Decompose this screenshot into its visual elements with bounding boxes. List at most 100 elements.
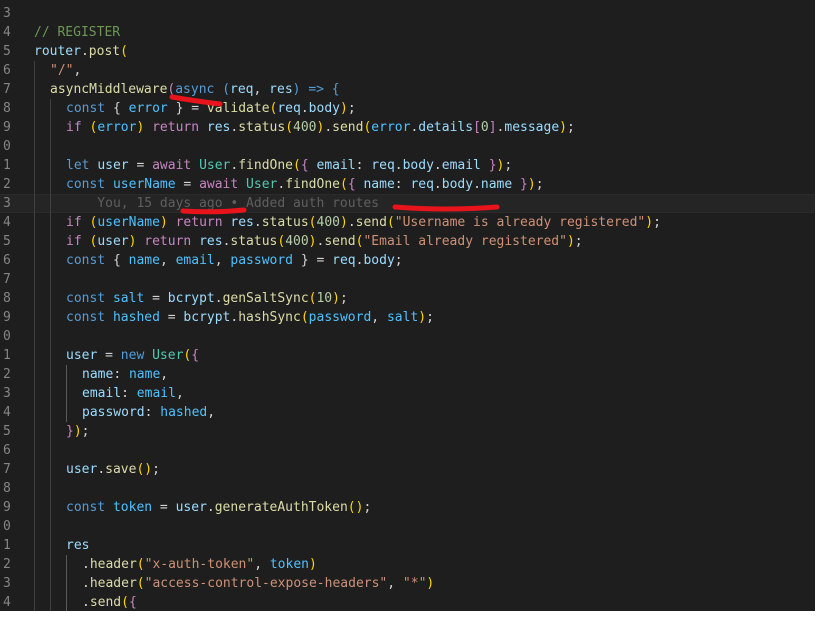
- code-token: {: [300, 158, 309, 173]
- indent-guide: [50, 251, 51, 270]
- code-text: const { error } = validate(req.body);: [66, 99, 356, 118]
- line-number: 3: [3, 576, 11, 591]
- code-token: if: [66, 234, 82, 249]
- code-token: (: [339, 177, 348, 192]
- code-token: .: [80, 44, 89, 59]
- code-line[interactable]: 3 email: email,: [0, 384, 815, 403]
- code-token: =: [308, 253, 333, 268]
- indent-guide: [50, 384, 51, 403]
- indent-guide: [34, 441, 35, 460]
- code-token: return: [175, 215, 223, 230]
- indent-guide: [34, 194, 35, 213]
- code-line[interactable]: 7 asyncMiddleware(async (req, res) => {: [0, 80, 815, 99]
- code-line[interactable]: 4 // REGISTER: [0, 23, 815, 42]
- code-text: router.post(: [34, 42, 128, 61]
- code-line[interactable]: 2 name: name,: [0, 365, 815, 384]
- code-line[interactable]: 9 const hashed = bcrypt.hashSync(password…: [0, 308, 815, 327]
- code-token: }: [66, 424, 74, 439]
- code-token: {: [112, 253, 121, 268]
- code-line[interactable]: 8: [0, 479, 815, 498]
- code-text: const { name, email, password } = req.bo…: [66, 251, 403, 270]
- code-line[interactable]: 9 const token = user.generateAuthToken();: [0, 498, 815, 517]
- indent-guide: [50, 289, 51, 308]
- code-line[interactable]: 6 const { name, email, password } = req.b…: [0, 251, 815, 270]
- code-line[interactable]: 9 if (error) return res.status(400).send(…: [0, 118, 815, 137]
- code-token: (: [121, 595, 129, 610]
- code-text: // REGISTER: [34, 23, 120, 42]
- code-token: email: [136, 386, 176, 401]
- code-line[interactable]: 2 const userName = await User.findOne({ n…: [0, 175, 815, 194]
- code-line[interactable]: 0: [0, 327, 815, 346]
- code-token: =: [128, 158, 153, 173]
- code-line[interactable]: 3 .header("access-control-expose-headers"…: [0, 574, 815, 593]
- code-line[interactable]: 6 "/",: [0, 61, 815, 80]
- code-line[interactable]: 0: [0, 517, 815, 536]
- code-token: ): [566, 234, 575, 249]
- code-token: const: [66, 310, 106, 325]
- code-token: :: [144, 405, 161, 420]
- code-line[interactable]: 1 user = new User({: [0, 346, 815, 365]
- code-token: ): [527, 177, 536, 192]
- line-number: 4: [3, 405, 11, 420]
- line-number: 1: [3, 158, 11, 173]
- code-token: .: [82, 557, 90, 572]
- code-token: ;: [339, 291, 348, 306]
- indent-guide: [34, 365, 35, 384]
- code-line[interactable]: 3: [0, 4, 815, 23]
- code-token: send: [355, 215, 387, 230]
- code-token: 400: [293, 120, 317, 135]
- code-token: ,: [73, 63, 82, 78]
- code-token: ;: [504, 158, 513, 173]
- code-token: ): [308, 234, 317, 249]
- code-token: ,: [175, 386, 184, 401]
- code-line[interactable]: 8 const { error } = validate(req.body);: [0, 99, 815, 118]
- code-token: ;: [347, 101, 356, 116]
- code-token: user: [97, 234, 129, 249]
- code-line[interactable]: 0: [0, 137, 815, 156]
- line-number: 4: [3, 25, 11, 40]
- code-token: .: [97, 462, 106, 477]
- code-token: error: [128, 101, 168, 116]
- code-line[interactable]: 7: [0, 270, 815, 289]
- code-text: if (user) return res.status(400).send("E…: [66, 232, 583, 251]
- indent-guide: [34, 289, 35, 308]
- code-token: {: [347, 177, 356, 192]
- code-token: =>: [308, 82, 324, 97]
- code-line[interactable]: 2 .header("x-auth-token", token): [0, 555, 815, 574]
- code-line[interactable]: 8 const salt = bcrypt.genSaltSync(10);: [0, 289, 815, 308]
- code-token: .: [433, 158, 442, 173]
- code-token: password: [230, 253, 294, 268]
- code-token: .: [253, 215, 262, 230]
- code-line[interactable]: 5 router.post(: [0, 42, 815, 61]
- code-line[interactable]: 1 res: [0, 536, 815, 555]
- indent-guide: [34, 460, 35, 479]
- code-line[interactable]: 6: [0, 441, 815, 460]
- code-token: const: [66, 500, 106, 515]
- code-line[interactable]: 4 .send({: [0, 593, 815, 611]
- code-token: ;: [653, 215, 661, 230]
- code-text: password: hashed,: [82, 403, 215, 422]
- code-line[interactable]: 7 user.save();: [0, 460, 815, 479]
- code-token: .: [82, 595, 90, 610]
- code-line[interactable]: 1 let user = await User. findOne({ email: …: [0, 156, 815, 175]
- code-token: const: [66, 101, 106, 116]
- code-token: token: [269, 557, 309, 572]
- code-line[interactable]: 5 if (user) return res.status(400).send("…: [0, 232, 815, 251]
- code-token: if: [66, 120, 82, 135]
- code-text: .header("access-control-expose-headers",…: [82, 574, 434, 593]
- code-token: details: [418, 120, 474, 135]
- line-number: 4: [3, 215, 11, 230]
- code-line-current[interactable]: 3 You, 15 days ago • Added auth routes: [0, 194, 815, 213]
- code-token: const: [66, 291, 106, 306]
- blame-text: You, 15 days ago • Added auth routes: [66, 196, 380, 211]
- code-token: user: [66, 348, 98, 363]
- code-line[interactable]: 5});: [0, 422, 815, 441]
- code-editor[interactable]: 3 4 // REGISTER 5 router.post(6 "/", 7 asyncMid…: [0, 0, 815, 611]
- code-line[interactable]: 4 if (userName) return res.status(400).se…: [0, 213, 815, 232]
- code-line[interactable]: 4 password: hashed,: [0, 403, 815, 422]
- indent-guide: [34, 308, 35, 327]
